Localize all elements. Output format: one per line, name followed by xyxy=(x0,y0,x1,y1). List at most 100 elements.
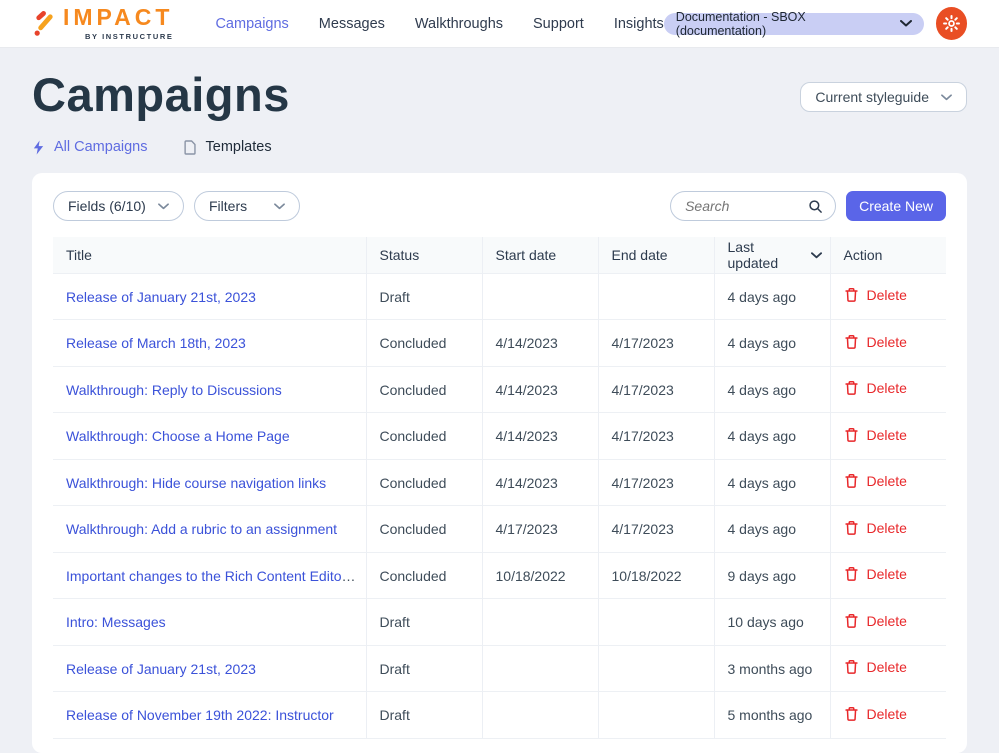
create-new-button[interactable]: Create New xyxy=(846,191,946,221)
action-cell: Delete xyxy=(830,645,946,692)
start-date-cell: 10/18/2022 xyxy=(482,552,598,599)
settings-button[interactable] xyxy=(936,7,967,40)
title-cell: Release of November 19th 2022: Instructo… xyxy=(53,692,366,739)
table-row: Release of January 21st, 2023Draft3 mont… xyxy=(53,645,946,692)
title-cell: Walkthrough: Hide course navigation link… xyxy=(53,459,366,506)
trash-icon xyxy=(844,380,859,396)
status-cell: Draft xyxy=(366,692,482,739)
last-updated-cell: 5 months ago xyxy=(714,692,830,739)
trash-icon xyxy=(844,706,859,722)
chevron-down-icon xyxy=(274,203,285,210)
sort-chevron-down-icon xyxy=(811,252,822,259)
trash-icon xyxy=(844,427,859,443)
tab-all-campaigns[interactable]: All Campaigns xyxy=(32,139,148,155)
tab-label: All Campaigns xyxy=(54,139,148,155)
action-cell: Delete xyxy=(830,320,946,367)
filters-dropdown[interactable]: Filters xyxy=(194,191,300,221)
delete-button[interactable]: Delete xyxy=(844,380,907,396)
start-date-cell: 4/14/2023 xyxy=(482,320,598,367)
end-date-cell: 10/18/2022 xyxy=(598,552,714,599)
delete-button[interactable]: Delete xyxy=(844,613,907,629)
campaign-title-link[interactable]: Walkthrough: Reply to Discussions xyxy=(66,382,282,398)
table-row: Intro: MessagesDraft10 days agoDelete xyxy=(53,599,946,646)
nav-item-walkthroughs[interactable]: Walkthroughs xyxy=(415,16,503,32)
start-date-cell xyxy=(482,645,598,692)
campaign-title-link[interactable]: Release of March 18th, 2023 xyxy=(66,335,246,351)
tab-label: Templates xyxy=(206,139,272,155)
delete-button[interactable]: Delete xyxy=(844,287,907,303)
last-updated-cell: 10 days ago xyxy=(714,599,830,646)
end-date-cell: 4/17/2023 xyxy=(598,320,714,367)
delete-label: Delete xyxy=(867,706,907,722)
campaign-title-link[interactable]: Release of November 19th 2022: Instructo… xyxy=(66,707,334,723)
campaign-title-link[interactable]: Walkthrough: Choose a Home Page xyxy=(66,428,290,444)
nav-item-insights[interactable]: Insights xyxy=(614,16,664,32)
gear-icon xyxy=(942,14,961,33)
fields-dropdown[interactable]: Fields (6/10) xyxy=(53,191,184,221)
last-updated-cell: 4 days ago xyxy=(714,459,830,506)
delete-button[interactable]: Delete xyxy=(844,659,907,675)
campaign-title-link[interactable]: Release of January 21st, 2023 xyxy=(66,661,256,677)
column-header-label: End date xyxy=(612,247,668,263)
column-header-action: Action xyxy=(830,237,946,273)
end-date-cell: 4/17/2023 xyxy=(598,506,714,553)
impact-logo[interactable]: IMPACT BY INSTRUCTURE xyxy=(32,6,173,41)
main-content: Campaigns Current styleguide All Campaig… xyxy=(0,70,999,753)
nav-item-messages[interactable]: Messages xyxy=(319,16,385,32)
end-date-cell xyxy=(598,273,714,320)
delete-button[interactable]: Delete xyxy=(844,473,907,489)
delete-button[interactable]: Delete xyxy=(844,334,907,350)
campaign-title-link[interactable]: Release of January 21st, 2023 xyxy=(66,289,256,305)
last-updated-cell: 4 days ago xyxy=(714,320,830,367)
start-date-cell: 4/14/2023 xyxy=(482,366,598,413)
page-title: Campaigns xyxy=(32,70,290,119)
search-input[interactable] xyxy=(683,197,808,215)
action-cell: Delete xyxy=(830,273,946,320)
account-selector[interactable]: Documentation - SBOX (documentation) xyxy=(664,13,924,35)
delete-button[interactable]: Delete xyxy=(844,520,907,536)
column-header-title: Title xyxy=(53,237,366,273)
impact-logo-mark-icon xyxy=(32,9,57,38)
start-date-cell xyxy=(482,273,598,320)
campaign-title-link[interactable]: Important changes to the Rich Content Ed… xyxy=(66,568,366,584)
chevron-down-icon xyxy=(900,20,912,27)
nav-item-support[interactable]: Support xyxy=(533,16,584,32)
styleguide-selector[interactable]: Current styleguide xyxy=(800,82,967,112)
chevron-down-icon xyxy=(941,94,952,101)
campaign-title-link[interactable]: Walkthrough: Hide course navigation link… xyxy=(66,475,326,491)
table-row: Release of March 18th, 2023Concluded4/14… xyxy=(53,320,946,367)
column-header-end-date: End date xyxy=(598,237,714,273)
delete-button[interactable]: Delete xyxy=(844,427,907,443)
delete-button[interactable]: Delete xyxy=(844,566,907,582)
column-header-label: Last updated xyxy=(728,239,802,271)
column-header-last-updated[interactable]: Last updated xyxy=(714,237,830,273)
start-date-cell: 4/17/2023 xyxy=(482,506,598,553)
trash-icon xyxy=(844,473,859,489)
tab-templates[interactable]: Templates xyxy=(184,139,272,155)
action-cell: Delete xyxy=(830,459,946,506)
delete-button[interactable]: Delete xyxy=(844,706,907,722)
start-date-cell xyxy=(482,599,598,646)
title-cell: Release of January 21st, 2023 xyxy=(53,273,366,320)
last-updated-cell: 3 months ago xyxy=(714,645,830,692)
campaign-title-link[interactable]: Walkthrough: Add a rubric to an assignme… xyxy=(66,521,337,537)
last-updated-cell: 4 days ago xyxy=(714,506,830,553)
search-box xyxy=(670,191,836,221)
top-navigation-bar: IMPACT BY INSTRUCTURE Campaigns Messages… xyxy=(0,0,999,48)
campaign-title-link[interactable]: Intro: Messages xyxy=(66,614,166,630)
last-updated-cell: 4 days ago xyxy=(714,366,830,413)
action-cell: Delete xyxy=(830,506,946,553)
table-row: Walkthrough: Reply to DiscussionsConclud… xyxy=(53,366,946,413)
table-row: Release of November 19th 2022: Instructo… xyxy=(53,692,946,739)
column-header-label: Status xyxy=(380,247,420,263)
column-header-label: Title xyxy=(66,247,92,263)
delete-label: Delete xyxy=(867,473,907,489)
end-date-cell xyxy=(598,599,714,646)
nav-item-campaigns[interactable]: Campaigns xyxy=(215,16,288,32)
delete-label: Delete xyxy=(867,427,907,443)
delete-label: Delete xyxy=(867,380,907,396)
title-cell: Important changes to the Rich Content Ed… xyxy=(53,552,366,599)
action-cell: Delete xyxy=(830,692,946,739)
status-cell: Concluded xyxy=(366,413,482,460)
start-date-cell xyxy=(482,692,598,739)
